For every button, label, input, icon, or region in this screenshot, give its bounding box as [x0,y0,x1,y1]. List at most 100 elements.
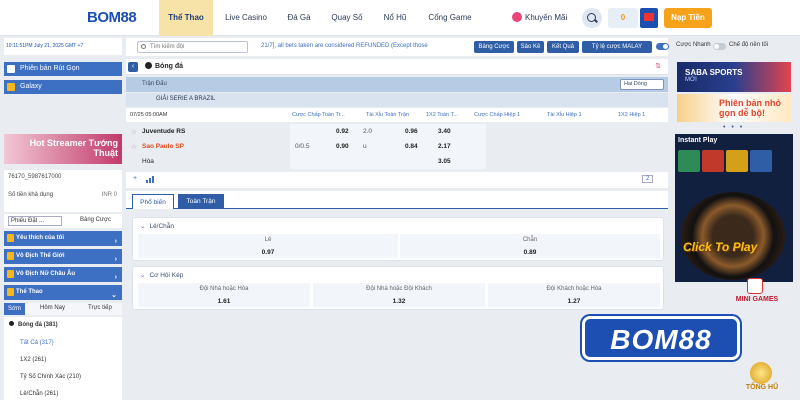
odd-cell[interactable]: 0.96 [405,128,418,135]
odd-cell[interactable]: Đội Nhà hoặc Hòa 1.61 [138,283,310,307]
stats-icon[interactable] [146,176,154,183]
streamer-banner[interactable]: Hot Streamer Tướng Thuật [4,134,122,164]
game-thumbnail[interactable] [750,150,772,172]
league-bar[interactable]: GIẢI SERIE A BRAZIL [126,93,668,107]
sport-football[interactable]: Bóng đá (381) [8,320,58,328]
group-favorites[interactable]: Yêu thích của tôi › [4,231,122,246]
odd-cell[interactable]: 3.05 [438,158,451,165]
tab-popular[interactable]: Phổ biến [132,194,174,209]
brand-logo[interactable]: BOM88 [87,9,153,27]
football-icon [8,320,15,327]
tab-hom-nay[interactable]: Hôm Nay [40,305,65,311]
favorite-star-icon[interactable]: ☆ [131,143,137,151]
expand-row: + 2 [126,172,668,188]
column-header: Cược Chấp Hiệp 1 [474,112,521,118]
flag-icon[interactable] [640,8,658,28]
search-placeholder: Tìm kiếm đội [150,44,185,50]
nav-cong-game[interactable]: Cổng Game [422,0,478,36]
saba-banner[interactable]: SABA SPORTS MỚI [677,62,791,92]
odds-type-select[interactable]: Tỷ lệ cược MALAY [582,41,652,53]
odd-cell[interactable]: 0.90 [336,143,349,150]
market-title-text: Cơ Hội Kép [149,272,184,279]
list-item[interactable]: 1X2 (261) [20,357,46,363]
group-label: Vô Địch Nữ Châu Âu [16,271,76,277]
nav-no-hu[interactable]: Nổ Hũ [378,0,412,36]
sort-icon[interactable]: ⇅ [655,62,661,70]
group-women-euro[interactable]: Vô Địch Nữ Châu Âu › [4,267,122,282]
favorite-star-icon[interactable]: ☆ [131,128,137,136]
odd-cell[interactable]: Lẻ 0.97 [138,234,398,258]
back-button[interactable]: ‹ [128,62,138,72]
balance-value: INR 0 [101,192,117,198]
chevron-icon: › [114,256,117,263]
tab-bang-cuoc[interactable]: Bảng Cược [80,217,111,223]
column-header: Cược Chấp Toàn Tr... [292,112,345,118]
list-item[interactable]: Tỷ Số Chính Xác (210) [20,374,81,380]
odd-cell[interactable]: 0.84 [405,143,418,150]
nav-live-casino[interactable]: Live Casino [218,0,274,36]
odd-cell[interactable]: 3.40 [438,128,451,135]
version-toggle[interactable]: Phiên bản Rút Gọn [4,62,122,76]
group-world-cup[interactable]: Vô Địch Thế Giới › [4,249,122,264]
balance-display[interactable]: 0 [608,8,638,28]
odd-cell[interactable]: Chẵn 0.89 [400,234,660,258]
column-header: Tài Xỉu Toàn Trận [366,112,410,118]
list-item[interactable]: Lẻ/Chẵn (261) [20,391,58,397]
watermark-text: BOM88 [610,324,712,355]
tab-som[interactable]: Sớm [4,303,25,315]
banner-text: Phiên bản nhỏ gọn dễ bộ! [719,98,781,118]
ou-line: 2.0 [363,128,373,135]
promo-link[interactable]: Khuyến Mãi [512,12,567,24]
carousel-dots[interactable]: • • • [723,124,744,131]
dark-mode-label: Chế độ nền tối [729,42,769,48]
results-button[interactable]: Kết Quả [547,41,579,53]
expand-icon[interactable]: + [133,175,137,182]
odd-cell[interactable]: Đội Nhà hoặc Đội Khách 1.32 [313,283,485,307]
odds-column-header: 07/25 05:00AM Cược Chấp Toàn Tr... Tài X… [126,108,668,122]
deposit-button[interactable]: Nạp Tiền [664,8,712,28]
bet-slip-select[interactable]: Phiếu Đặt ... [8,216,62,226]
jackpot-widget[interactable]: TỔNG HŨ [736,360,788,400]
odd-cell[interactable]: 0.92 [336,128,349,135]
game-thumbnail[interactable] [678,150,700,172]
nav-quay-so[interactable]: Quay Số [326,0,368,36]
nav-the-thao[interactable]: Thể Thao [159,0,213,36]
display-select[interactable]: Hai Dòng [620,79,664,90]
chevron-down-icon: ⌄ [140,223,146,230]
sport-list: Bóng đá (381) Tất Cả (317) 1X2 (261) Tỷ … [4,317,122,400]
search-icon[interactable] [582,8,602,28]
game-thumbnail[interactable] [726,150,748,172]
statement-button[interactable]: Sảo Kê [517,41,544,53]
quick-bet-label: Cược Nhanh [676,42,711,48]
instant-play-panel[interactable]: Instant Play Click To Play [675,134,793,282]
quick-bet-toggle[interactable] [656,43,669,50]
account-id: 76170_5987617000 [8,174,62,180]
mini-games-button[interactable]: MINI GAMES [733,278,781,316]
galaxy-link[interactable]: Galaxy [4,80,122,94]
chevron-down-icon: ⌄ [111,292,117,299]
odd-cell[interactable]: 2.17 [438,143,451,150]
match-bar-label: Trận Đấu [142,81,167,87]
pin-icon [7,65,15,73]
home-team: Juventude RS [142,128,186,135]
more-markets-count[interactable]: 2 [642,175,654,183]
dark-mode-toggle[interactable] [713,43,726,50]
list-item[interactable]: Tất Cả (317) [20,340,54,346]
click-to-play[interactable]: Click To Play [683,240,757,254]
mini-games-label: MINI GAMES [735,296,779,303]
group-label: Thể Thao [16,289,43,295]
league-name: GIẢI SERIE A BRAZIL [156,96,216,102]
compact-banner[interactable]: Phiên bản nhỏ gọn dễ bộ! [677,94,791,122]
nav-da-ga[interactable]: Đá Gà [282,0,316,36]
search-input[interactable]: Tìm kiếm đội [137,41,248,53]
balance-label: Số tiền khả dụng [8,192,54,198]
market-odd-even: ⌄ Lẻ/Chẵn Lẻ 0.97 Chẵn 0.89 [132,217,664,261]
star-icon [7,234,14,242]
tab-truc-tiep[interactable]: Trực tiếp [88,305,112,311]
column-header: 1X2 Hiệp 1 [618,112,646,118]
game-thumbnail[interactable] [702,150,724,172]
odd-cell[interactable]: Đội Khách hoặc Hòa 1.27 [488,283,660,307]
bet-board-button[interactable]: Bảng Cược [474,41,514,53]
tab-full-match[interactable]: Toàn Trận [178,194,224,209]
group-sports[interactable]: Thể Thao ⌄ [4,285,122,300]
